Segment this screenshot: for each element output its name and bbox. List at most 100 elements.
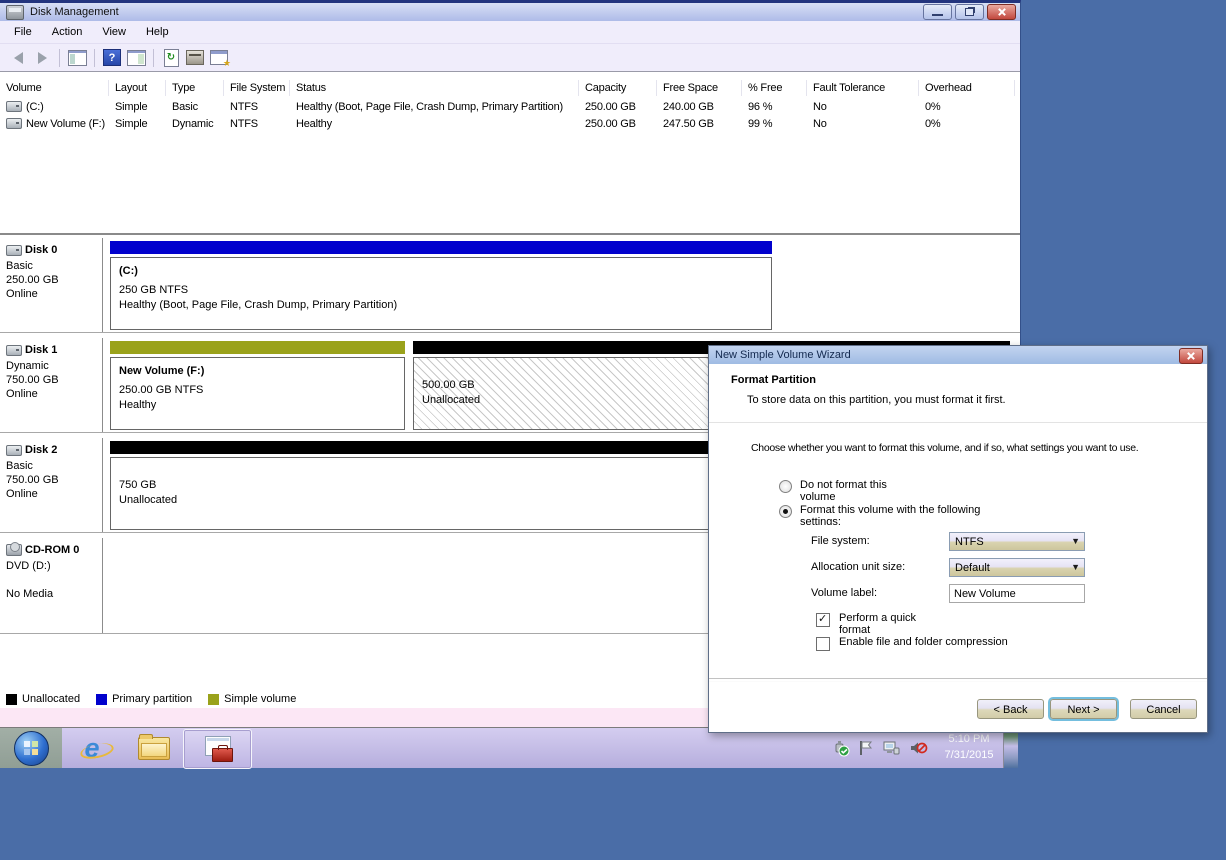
unallocated-swatch <box>6 694 17 705</box>
computer-management-taskbar-button[interactable] <box>183 729 252 769</box>
disk-icon <box>6 245 22 256</box>
close-button[interactable] <box>987 4 1016 20</box>
disk-size: 750.00 GB <box>6 374 102 386</box>
column-header[interactable]: Type <box>166 80 224 96</box>
network-icon[interactable] <box>882 739 901 757</box>
column-header[interactable]: Layout <box>109 80 166 96</box>
disk0-label-panel[interactable]: Disk 0 Basic 250.00 GB Online <box>2 238 103 332</box>
volume-label-input[interactable] <box>949 584 1085 603</box>
title-bar[interactable]: Disk Management <box>0 3 1020 21</box>
disk-name: Disk 1 <box>25 344 57 356</box>
refresh-icon[interactable]: ↻ <box>159 47 183 69</box>
wizard-title-bar[interactable]: New Simple Volume Wizard <box>709 346 1207 364</box>
clock-date: 7/31/2015 <box>936 747 1002 763</box>
checkbox-label: format <box>839 624 1079 633</box>
table-row[interactable]: New Volume (F:) Simple Dynamic NTFS Heal… <box>0 115 1020 132</box>
simple-volume-bar <box>110 341 405 354</box>
back-icon[interactable] <box>6 47 30 69</box>
cell-volume: (C:) <box>26 101 44 113</box>
disk1-label-panel[interactable]: Disk 1 Dynamic 750.00 GB Online <box>2 338 103 432</box>
minimize-button[interactable] <box>923 4 952 20</box>
cdrom-icon <box>6 544 22 556</box>
legend-primary-partition: Primary partition <box>96 693 192 705</box>
usb-device-icon[interactable] <box>832 739 850 757</box>
column-header[interactable]: % Free <box>742 80 807 96</box>
cell-pct-free: 96 % <box>742 101 807 113</box>
cdrom-status: No Media <box>6 588 102 600</box>
radio-button-icon[interactable] <box>779 505 792 518</box>
action-center-flag-icon[interactable] <box>858 739 874 757</box>
compression-checkbox-row[interactable]: Enable file and folder compression <box>816 636 1008 651</box>
volume-muted-icon[interactable] <box>909 739 928 757</box>
radio-format-volume[interactable]: Format this volume with the following se… <box>779 504 1040 525</box>
menu-action[interactable]: Action <box>42 23 93 41</box>
partition-c[interactable]: (C:) 250 GB NTFS Healthy (Boot, Page Fil… <box>110 241 772 330</box>
button-area-divider <box>709 678 1207 682</box>
column-header[interactable]: Volume <box>0 80 109 96</box>
radio-button-icon[interactable] <box>779 480 792 493</box>
wizard-instruction: Choose whether you want to format this v… <box>751 442 1203 454</box>
column-header[interactable]: File System <box>224 80 290 96</box>
volume-icon <box>6 101 22 112</box>
pane-separator[interactable] <box>0 233 1020 235</box>
menu-file[interactable]: File <box>4 23 42 41</box>
restore-button[interactable] <box>955 4 984 20</box>
column-header[interactable]: Fault Tolerance <box>807 80 919 96</box>
allocation-unit-size-label: Allocation unit size: <box>811 561 905 573</box>
back-button[interactable]: < Back <box>977 699 1044 719</box>
allocation-unit-size-select[interactable]: Default <box>949 558 1085 577</box>
file-system-select[interactable]: NTFS <box>949 532 1085 551</box>
column-header[interactable]: Overhead <box>919 80 1015 96</box>
computer-management-icon <box>203 736 233 762</box>
internet-explorer-icon[interactable]: e <box>76 733 108 763</box>
disk-type: Dynamic <box>6 360 102 372</box>
menu-view[interactable]: View <box>92 23 136 41</box>
radio-label: volume <box>800 491 1040 500</box>
show-desktop-button[interactable] <box>1003 728 1018 768</box>
disk-type: Basic <box>6 460 102 472</box>
disk-size: 750.00 GB <box>6 474 102 486</box>
legend-unallocated: Unallocated <box>6 693 80 705</box>
cdrom-label-panel[interactable]: CD-ROM 0 DVD (D:) No Media <box>2 538 103 633</box>
disk-icon <box>6 445 22 456</box>
table-row[interactable]: (C:) Simple Basic NTFS Healthy (Boot, Pa… <box>0 98 1020 115</box>
simple-volume-swatch <box>208 694 219 705</box>
column-header[interactable]: Status <box>290 80 579 96</box>
show-console-tree-icon[interactable] <box>65 47 89 69</box>
wizard-close-icon[interactable] <box>1179 348 1203 364</box>
windows-explorer-icon[interactable] <box>138 733 170 763</box>
manage-computer-icon[interactable] <box>207 47 231 69</box>
properties-icon[interactable] <box>183 47 207 69</box>
forward-icon[interactable] <box>30 47 54 69</box>
show-action-pane-icon[interactable] <box>124 47 148 69</box>
disk-icon <box>6 345 22 356</box>
cancel-button[interactable]: Cancel <box>1130 699 1197 719</box>
taskbar-clock[interactable]: 5:10 PM 7/31/2015 <box>936 731 1002 763</box>
clock-time: 5:10 PM <box>936 731 1002 747</box>
column-header[interactable]: Capacity <box>579 80 657 96</box>
cell-layout: Simple <box>109 101 166 113</box>
start-button[interactable] <box>0 728 62 768</box>
partition-status: Healthy (Boot, Page File, Crash Dump, Pr… <box>119 299 763 311</box>
system-tray <box>832 728 928 768</box>
cell-free-space: 240.00 GB <box>657 101 742 113</box>
cell-fault-tolerance: No <box>807 101 919 113</box>
selected-value: NTFS <box>955 536 984 548</box>
disk-row-0: Disk 0 Basic 250.00 GB Online (C:) 250 G… <box>0 238 1020 333</box>
quick-format-checkbox-row[interactable]: Perform a quick format <box>816 612 1079 633</box>
disk-name: Disk 0 <box>25 244 57 256</box>
radio-do-not-format[interactable]: Do not format this volume <box>779 479 1040 500</box>
disk2-label-panel[interactable]: Disk 2 Basic 750.00 GB Online <box>2 438 103 532</box>
help-icon[interactable]: ? <box>100 47 124 69</box>
taskbar: e <box>0 727 1017 768</box>
cdrom-name: CD-ROM 0 <box>25 544 79 556</box>
disk-size: 250.00 GB <box>6 274 102 286</box>
column-header[interactable]: Free Space <box>657 80 742 96</box>
cell-type: Basic <box>166 101 224 113</box>
wizard-subheading: To store data on this partition, you mus… <box>747 394 1006 406</box>
checkbox-icon[interactable] <box>816 613 830 627</box>
partition-f[interactable]: New Volume (F:) 250.00 GB NTFS Healthy <box>110 341 405 430</box>
menu-help[interactable]: Help <box>136 23 179 41</box>
checkbox-icon[interactable] <box>816 637 830 651</box>
next-button[interactable]: Next > <box>1050 699 1117 719</box>
